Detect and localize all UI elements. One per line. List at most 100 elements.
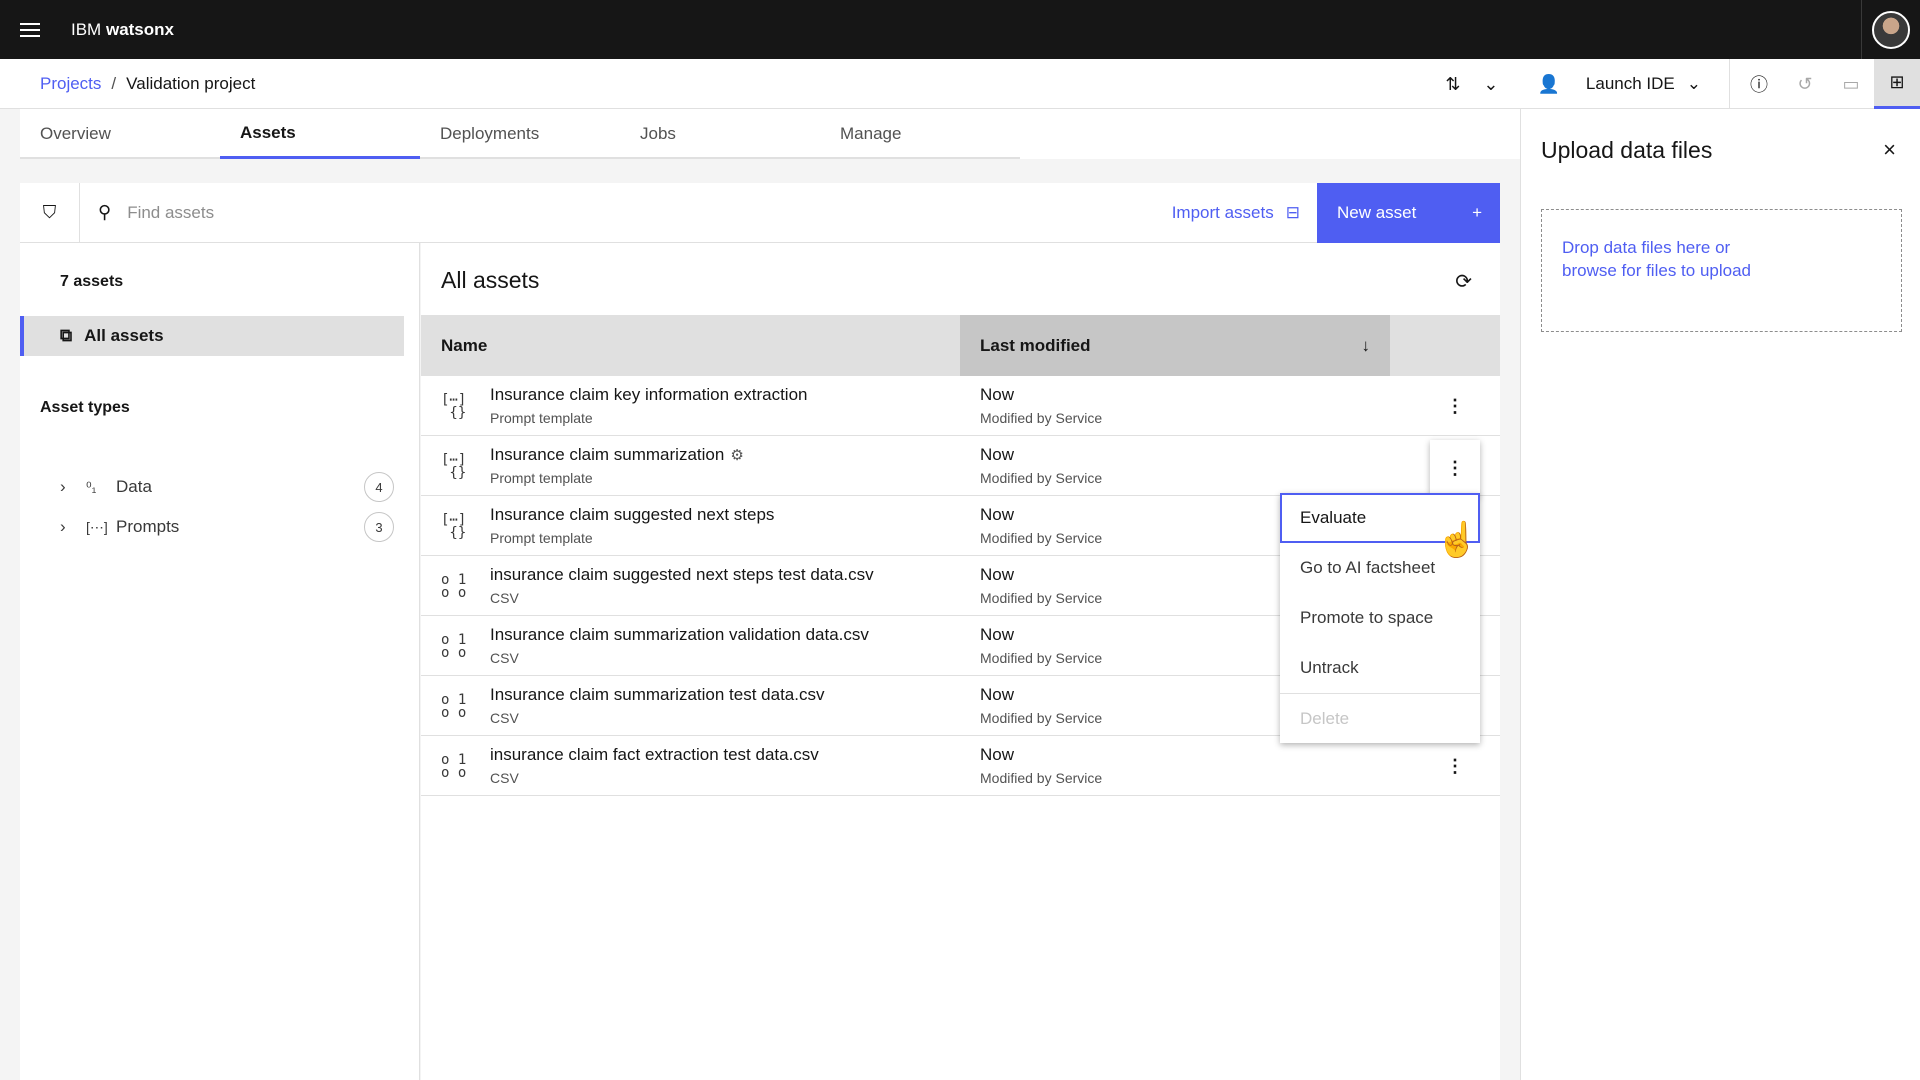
refresh-icon[interactable]: ⟳: [1455, 269, 1472, 294]
prompt-icon: [⋯] {}: [441, 512, 467, 541]
comment-icon[interactable]: ▭: [1828, 59, 1874, 109]
upload-side-panel: Upload data files × Drop data files here…: [1520, 109, 1920, 1080]
modified-by: Modified by Service: [980, 470, 1103, 486]
user-avatar-button[interactable]: [1861, 0, 1920, 59]
tab-jobs[interactable]: Jobs: [620, 109, 820, 159]
history-icon[interactable]: ↺: [1782, 59, 1828, 109]
chevron-right-icon[interactable]: ›: [60, 517, 80, 537]
count-badge: 4: [364, 472, 394, 502]
plus-icon: +: [1472, 203, 1482, 222]
assets-panel-icon[interactable]: ⊞: [1874, 59, 1920, 109]
tabs-container: Overview Assets Deployments Jobs Manage: [20, 109, 1520, 159]
modified-time: Now: [980, 505, 1015, 524]
asset-type: CSV: [490, 770, 519, 786]
column-name[interactable]: Name: [421, 315, 960, 376]
sort-descending-icon: ↓: [1361, 335, 1371, 355]
modified-by: Modified by Service: [980, 650, 1103, 666]
close-icon[interactable]: ×: [1883, 137, 1896, 163]
hand-cursor-icon: ☝: [1436, 521, 1479, 559]
filter-button[interactable]: ⛉: [20, 182, 80, 243]
menu-item-delete: Delete: [1280, 693, 1480, 743]
info-icon[interactable]: ⓘ: [1736, 59, 1782, 109]
overflow-menu-icon[interactable]: ⋮: [1430, 440, 1480, 496]
data-icon: ⁰₁: [86, 478, 97, 495]
brand-name: watsonx: [105, 19, 174, 39]
breadcrumb: Projects / Validation project: [40, 74, 255, 94]
filter-icon: ⛉: [42, 202, 57, 222]
search-input[interactable]: [127, 202, 728, 223]
all-assets-item[interactable]: ⧉ All assets: [20, 316, 404, 356]
prompt-icon: [⋯] {}: [441, 452, 467, 481]
column-name-label: Name: [441, 335, 488, 355]
menu-icon[interactable]: [0, 0, 59, 59]
asset-type: Prompt template: [490, 470, 593, 486]
import-assets-button[interactable]: Import assets ⊟: [1172, 183, 1320, 243]
import-assets-label: Import assets: [1171, 203, 1274, 222]
modified-time: Now: [980, 685, 1015, 704]
tab-manage[interactable]: Manage: [820, 109, 1020, 159]
table-row[interactable]: [⋯] {} Insurance claim key information e…: [421, 376, 1500, 436]
tab-list: Overview Assets Deployments Jobs Manage: [20, 109, 1020, 159]
count-badge: 3: [364, 512, 394, 542]
asset-name-link[interactable]: Insurance claim suggested next steps: [490, 505, 774, 525]
drop-text-line1: Drop data files here or: [1562, 238, 1731, 257]
modified-time: Now: [980, 565, 1015, 584]
menu-item-promote[interactable]: Promote to space: [1280, 593, 1480, 643]
page-title: All assets: [441, 267, 540, 293]
copy-icon: ⧉: [60, 326, 73, 345]
overflow-menu-icon[interactable]: ⋮: [1430, 736, 1480, 796]
project-header: Projects / Validation project ⇅ ⌄ 👤 Laun…: [0, 59, 1920, 109]
modified-time: Now: [980, 625, 1015, 644]
new-asset-button[interactable]: New asset +: [1317, 183, 1500, 243]
menu-item-untrack[interactable]: Untrack: [1280, 643, 1480, 693]
data-icon: o 1o o: [441, 572, 467, 601]
column-last-modified[interactable]: Last modified ↓: [960, 315, 1390, 376]
asset-name-link[interactable]: Insurance claim key information extracti…: [490, 385, 807, 405]
column-modified-label: Last modified: [980, 335, 1091, 355]
table-row[interactable]: [⋯] {} Insurance claim summarization ⚙ Pr…: [421, 436, 1500, 496]
sync-icon[interactable]: ⇅: [1430, 59, 1476, 109]
asset-type-prompts[interactable]: › [⋯] Prompts 3: [60, 509, 394, 545]
tab-overview[interactable]: Overview: [20, 109, 220, 159]
asset-name-link[interactable]: Insurance claim summarization test data.…: [490, 685, 824, 705]
asset-name-link[interactable]: insurance claim fact extraction test dat…: [490, 745, 819, 765]
data-icon: o 1o o: [441, 632, 467, 661]
new-asset-label: New asset: [1337, 203, 1417, 222]
launch-ide-button[interactable]: Launch IDE ⌄: [1572, 59, 1723, 109]
asset-type: CSV: [490, 650, 519, 666]
breadcrumb-projects-link[interactable]: Projects: [40, 74, 101, 94]
asset-name-link[interactable]: Insurance claim summarization validation…: [490, 625, 869, 645]
browse-link[interactable]: browse for files to upload: [1562, 259, 1881, 282]
asset-filter-panel: 7 assets ⧉ All assets Asset types › ⁰₁ D…: [20, 243, 420, 1080]
divider: [1729, 59, 1730, 109]
prompt-icon: [⋯] {}: [441, 392, 467, 421]
import-icon: ⊟: [1285, 203, 1300, 222]
asset-count: 7 assets: [60, 273, 124, 290]
search-icon: ⚲: [98, 202, 112, 222]
data-icon: o 1o o: [441, 692, 467, 721]
tab-assets[interactable]: Assets: [220, 109, 420, 159]
asset-toolbar: ⛉ ⚲ Import assets ⊟ New asset +: [20, 182, 1500, 243]
file-drop-zone[interactable]: Drop data files here or browse for files…: [1541, 209, 1902, 332]
table-row[interactable]: o 1o o insurance claim fact extraction t…: [421, 736, 1500, 796]
add-collaborator-icon[interactable]: 👤: [1526, 59, 1572, 109]
modified-by: Modified by Service: [980, 590, 1103, 606]
overflow-menu-icon[interactable]: ⋮: [1430, 376, 1480, 436]
modified-by: Modified by Service: [980, 710, 1103, 726]
brand[interactable]: IBM watsonx: [71, 20, 174, 40]
asset-type: Prompt template: [490, 410, 593, 426]
brand-prefix: IBM: [71, 19, 102, 39]
asset-name-link[interactable]: Insurance claim summarization ⚙: [490, 445, 744, 465]
modified-time: Now: [980, 445, 1015, 464]
chevron-down-icon: ⌄: [1686, 74, 1701, 93]
chevron-down-icon[interactable]: ⌄: [1476, 59, 1506, 109]
table-header: Name Last modified ↓: [421, 315, 1500, 376]
asset-name-link[interactable]: insurance claim suggested next steps tes…: [490, 565, 874, 585]
asset-type-data[interactable]: › ⁰₁ Data 4: [60, 469, 394, 505]
modified-time: Now: [980, 385, 1015, 404]
chevron-right-icon[interactable]: ›: [60, 477, 80, 497]
modified-by: Modified by Service: [980, 770, 1103, 786]
tab-deployments[interactable]: Deployments: [420, 109, 620, 159]
avatar: [1872, 10, 1910, 49]
modified-by: Modified by Service: [980, 530, 1103, 546]
